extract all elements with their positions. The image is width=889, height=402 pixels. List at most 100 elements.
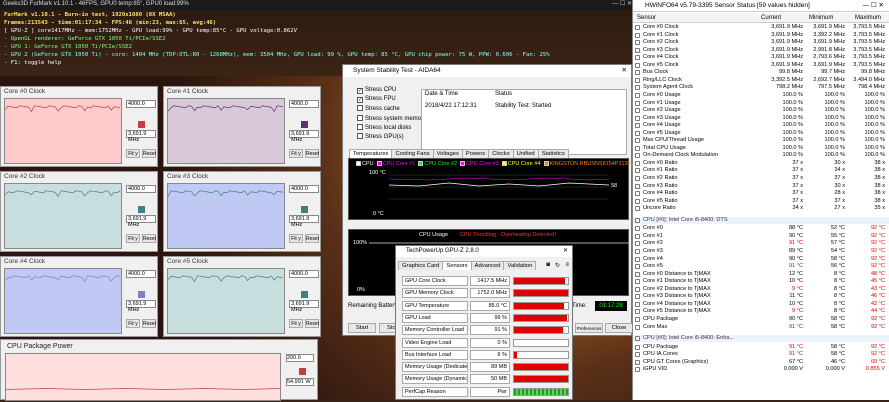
hwinfo-window[interactable]: HWiNFO64 v5.79-3395 Sensor Status [59 va… — [632, 0, 889, 400]
sensor-row[interactable]: CPU Package 91 °C 58 °C 92 °C — [633, 344, 889, 351]
sensor-row[interactable]: CPU GT Cores (Graphics) 67 °C 46 °C 69 °C — [633, 359, 889, 366]
fit-y-button[interactable]: Fit y — [126, 234, 140, 243]
sensor-row[interactable]: On-Demand Clock Modulation 100.0 % 100.0 %… — [633, 152, 889, 159]
close-button[interactable]: Close — [605, 323, 633, 333]
sensor-row[interactable]: Uncore Ratio 34 x 27 x 35 x — [633, 205, 889, 212]
sensor-row[interactable]: Core #1 Clock 3,691.9 MHz 3,392.2 MHz 3,793… — [633, 32, 889, 39]
aida64-title-bar[interactable]: System Stability Test - AIDA64 ✕ — [343, 65, 631, 77]
tab-advanced[interactable]: Advanced — [470, 261, 505, 270]
sensor-row[interactable]: Core #0 88 °C 52 °C 92 °C — [633, 225, 889, 232]
tab-clocks[interactable]: Clocks — [488, 149, 514, 158]
tab-voltages[interactable]: Voltages — [432, 149, 463, 158]
sensor-row[interactable]: Core #5 Clock 3,691.9 MHz 3,691.9 MHz 3,793… — [633, 62, 889, 69]
menu-icon[interactable]: ≡ — [565, 262, 569, 268]
fit-y-button[interactable]: Fit y — [289, 319, 303, 328]
start-button[interactable]: Start — [348, 323, 376, 333]
sensor-row[interactable]: Core #4 Clock 3,691.9 MHz 2,793.6 MHz 3,793… — [633, 54, 889, 61]
sensor-row[interactable]: Core #3 Clock 3,691.9 MHz 2,991.8 MHz 3,793… — [633, 47, 889, 54]
window-controls-icon[interactable]: — ☐ ✕ — [612, 0, 632, 7]
graph-max-input[interactable]: 4000.0 — [126, 185, 156, 193]
sensor-row[interactable]: Core #0 Usage 100.0 % 100.0 % 100.0 % — [633, 92, 889, 99]
tab-validation[interactable]: Validation — [503, 261, 537, 270]
graph-max-input[interactable]: 4000.0 — [289, 100, 319, 108]
stress-checkbox[interactable]: Stress GPU(s) — [357, 133, 404, 140]
sensor-name[interactable]: Memory Controller Load — [402, 325, 468, 336]
tab-unified[interactable]: Unified — [512, 149, 539, 158]
sensor-name[interactable]: GPU Load — [402, 312, 468, 323]
sensor-row[interactable]: Core #2 Ratio 37 x 37 x 38 x — [633, 175, 889, 182]
sensor-row[interactable]: Core #4 Ratio 37 x 28 x 38 x — [633, 190, 889, 197]
reset-button[interactable]: Reset — [305, 234, 319, 243]
sensor-row[interactable]: Core #4 Distance to TjMAX 10 °C 8 °C 42 °C — [633, 301, 889, 308]
graph-max-input[interactable]: 4000.0 — [289, 185, 319, 193]
stress-checkbox[interactable]: ✓ Stress FPU — [357, 96, 396, 104]
window-controls-icon[interactable]: — ☐ ✕ — [863, 1, 884, 9]
sensor-row[interactable]: Core #3 Distance to TjMAX 11 °C 8 °C 46 °C — [633, 293, 889, 300]
core-clock-graph[interactable]: Core #3 Clock 4000.0 3,691.9 MHz Fit y Reset — [163, 171, 321, 252]
sensor-name[interactable]: Memory Usage (Dynamic) — [402, 374, 468, 385]
sensor-row[interactable]: Core #1 Ratio 37 x 34 x 38 x — [633, 167, 889, 174]
sensor-row[interactable]: Core #1 90 °C 55 °C 92 °C — [633, 233, 889, 240]
sensor-row[interactable]: CPU Package 90 °C 58 °C 92 °C — [633, 316, 889, 323]
cpu-package-power-graph[interactable]: CPU Package Power 200.0 54.991 W — [0, 339, 318, 401]
reset-button[interactable]: Reset — [305, 149, 319, 158]
stress-checkbox[interactable]: ✓ Stress CPU — [357, 87, 396, 94]
sensor-row[interactable]: Core #3 Ratio 37 x 30 x 38 x — [633, 183, 889, 190]
sensor-row[interactable]: Core #1 Distance to TjMAX 10 °C 8 °C 45 °C — [633, 278, 889, 285]
sensor-name[interactable]: Video Engine Load — [402, 337, 468, 348]
graph-max-input[interactable]: 4000.0 — [126, 100, 156, 108]
tab-powers[interactable]: Powers — [461, 149, 490, 158]
sensor-row[interactable]: Core #1 Usage 100.0 % 100.0 % 100.0 % — [633, 100, 889, 107]
sensor-row[interactable]: Max CPU/Thread Usage 100.0 % 100.0 % 100.0 … — [633, 137, 889, 144]
sensor-name[interactable]: GPU Temperature — [402, 300, 468, 311]
stress-checkbox[interactable]: Stress local disks — [357, 123, 411, 131]
fit-y-button[interactable]: Fit y — [289, 234, 303, 243]
graph-color-swatch[interactable] — [138, 121, 145, 128]
graph-max-input[interactable]: 4000.0 — [126, 270, 156, 278]
graph-color-swatch[interactable] — [301, 121, 308, 128]
sensor-row[interactable]: Bus Clock 99.8 MHz 99.7 MHz 99.8 MHz — [633, 69, 889, 76]
checkbox-icon[interactable] — [357, 133, 363, 139]
sensor-row[interactable]: System Agent Clock 798.2 MHz 797.5 MHz 798.… — [633, 84, 889, 91]
graph-color-swatch[interactable] — [299, 368, 306, 375]
header-minimum[interactable]: Minimum — [809, 15, 833, 21]
sensor-row[interactable]: Core #5 Distance to TjMAX 9 °C 8 °C 44 °C — [633, 308, 889, 315]
checkbox-icon[interactable]: ✓ — [357, 97, 363, 104]
sensor-name[interactable]: PerfCap Reason — [402, 386, 468, 397]
fit-y-button[interactable]: Fit y — [126, 319, 140, 328]
fit-y-button[interactable]: Fit y — [126, 149, 140, 158]
furmark-title-bar[interactable]: Geeks3D FurMark v1.10.1 - 46FPS, GPU0 te… — [0, 0, 635, 10]
sensor-row[interactable]: Core #0 Ratio 37 x 30 x 38 x — [633, 160, 889, 167]
gpuz-window[interactable]: TechPowerUp GPU-Z 2.8.0 ✕ Graphics Card Se… — [395, 245, 573, 400]
sensor-row[interactable]: Core Max 91 °C 58 °C 92 °C — [633, 324, 889, 331]
sensor-row[interactable]: Ring/LLC Clock 3,392.5 MHz 2,692.7 MHz 3,49… — [633, 77, 889, 84]
checkbox-icon[interactable]: ✓ — [357, 88, 363, 94]
checkbox-icon[interactable] — [357, 123, 363, 130]
graph-max-input[interactable]: 4000.0 — [289, 270, 319, 278]
sensor-row[interactable]: Core #0 Clock 3,691.9 MHz 3,691.9 MHz 3,793… — [633, 24, 889, 31]
sensor-row[interactable]: Core #2 Distance to TjMAX 9 °C 8 °C 43 °C — [633, 286, 889, 293]
camera-icon[interactable]: ◙ — [546, 262, 550, 268]
reset-button[interactable]: Reset — [142, 149, 156, 158]
sensor-row[interactable]: CPU IA Cores 91 °C 58 °C 92 °C — [633, 351, 889, 358]
reset-button[interactable]: Reset — [142, 234, 156, 243]
core-clock-graph[interactable]: Core #5 Clock 4000.0 3,691.9 MHz Fit y Reset — [163, 256, 321, 337]
close-icon[interactable]: ✕ — [563, 247, 568, 254]
checkbox-icon[interactable] — [357, 114, 363, 121]
preferences-button[interactable]: Preferences — [575, 323, 603, 333]
sensor-row[interactable]: Core #3 89 °C 54 °C 92 °C — [633, 248, 889, 255]
sensor-name[interactable]: GPU Core Clock — [402, 276, 468, 286]
core-clock-graph[interactable]: Core #0 Clock 4000.0 3,691.9 MHz Fit y Reset — [0, 86, 158, 167]
sensor-row[interactable]: Core #0 Distance to TjMAX 12 °C 8 °C 48 °C — [633, 271, 889, 278]
reset-button[interactable]: Reset — [305, 319, 319, 328]
core-clock-graph[interactable]: Core #2 Clock 4000.0 3,691.9 MHz Fit y Reset — [0, 171, 158, 252]
checkbox-icon[interactable] — [357, 105, 363, 112]
tab-statistics[interactable]: Statistics — [537, 149, 569, 158]
core-clock-graph[interactable]: Core #4 Clock 4000.0 3,691.9 MHz Fit y Reset — [0, 256, 158, 337]
sensor-row[interactable]: Core #4 90 °C 58 °C 92 °C — [633, 256, 889, 263]
sensor-name[interactable]: Bus Interface Load — [402, 349, 468, 360]
reset-button[interactable]: Reset — [142, 319, 156, 328]
sensor-row[interactable]: Core #5 Usage 100.0 % 100.0 % 100.0 % — [633, 130, 889, 137]
gpuz-title-bar[interactable]: TechPowerUp GPU-Z 2.8.0 ✕ — [396, 246, 572, 257]
tab-sensors[interactable]: Sensors — [442, 261, 472, 270]
